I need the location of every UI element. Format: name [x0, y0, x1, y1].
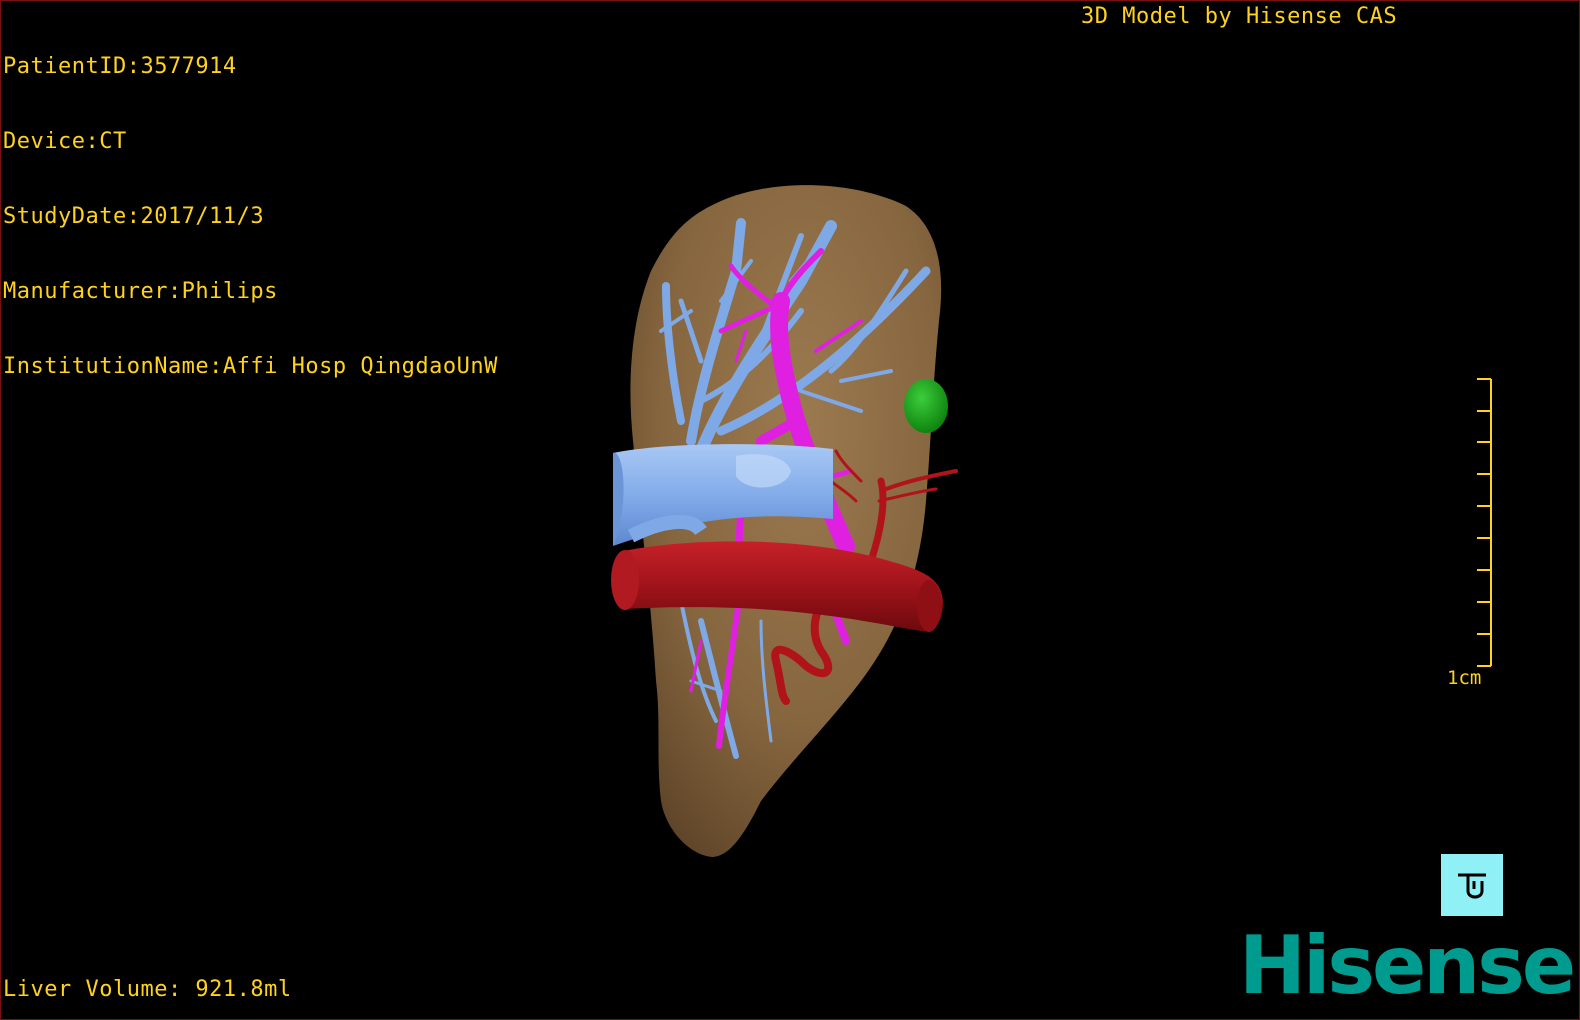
study-date-label: StudyDate:2017/11/3	[3, 204, 265, 229]
3d-viewport[interactable]: PatientID:3577914 Device:CT StudyDate:20…	[0, 0, 1580, 1020]
scale-bar-label: 1cm	[1447, 667, 1482, 689]
scale-bar	[1477, 378, 1492, 667]
manufacturer-label: Manufacturer:Philips	[3, 279, 278, 304]
device-label: Device:CT	[3, 129, 127, 154]
view-reset-icon	[1458, 873, 1486, 899]
reset-view-button[interactable]	[1441, 854, 1503, 916]
institution-label: InstitutionName:Affi Hosp QingdaoUnW	[3, 354, 498, 379]
lesion-nodule	[904, 379, 948, 433]
model-credit-label: 3D Model by Hisense CAS	[1081, 4, 1398, 29]
patient-info-overlay: PatientID:3577914 Device:CT StudyDate:20…	[3, 4, 498, 429]
patient-id-label: PatientID:3577914	[3, 54, 237, 79]
hisense-logo: Hisense	[1239, 919, 1576, 1012]
liver-volume-label: Liver Volume: 921.8ml	[3, 977, 292, 1002]
